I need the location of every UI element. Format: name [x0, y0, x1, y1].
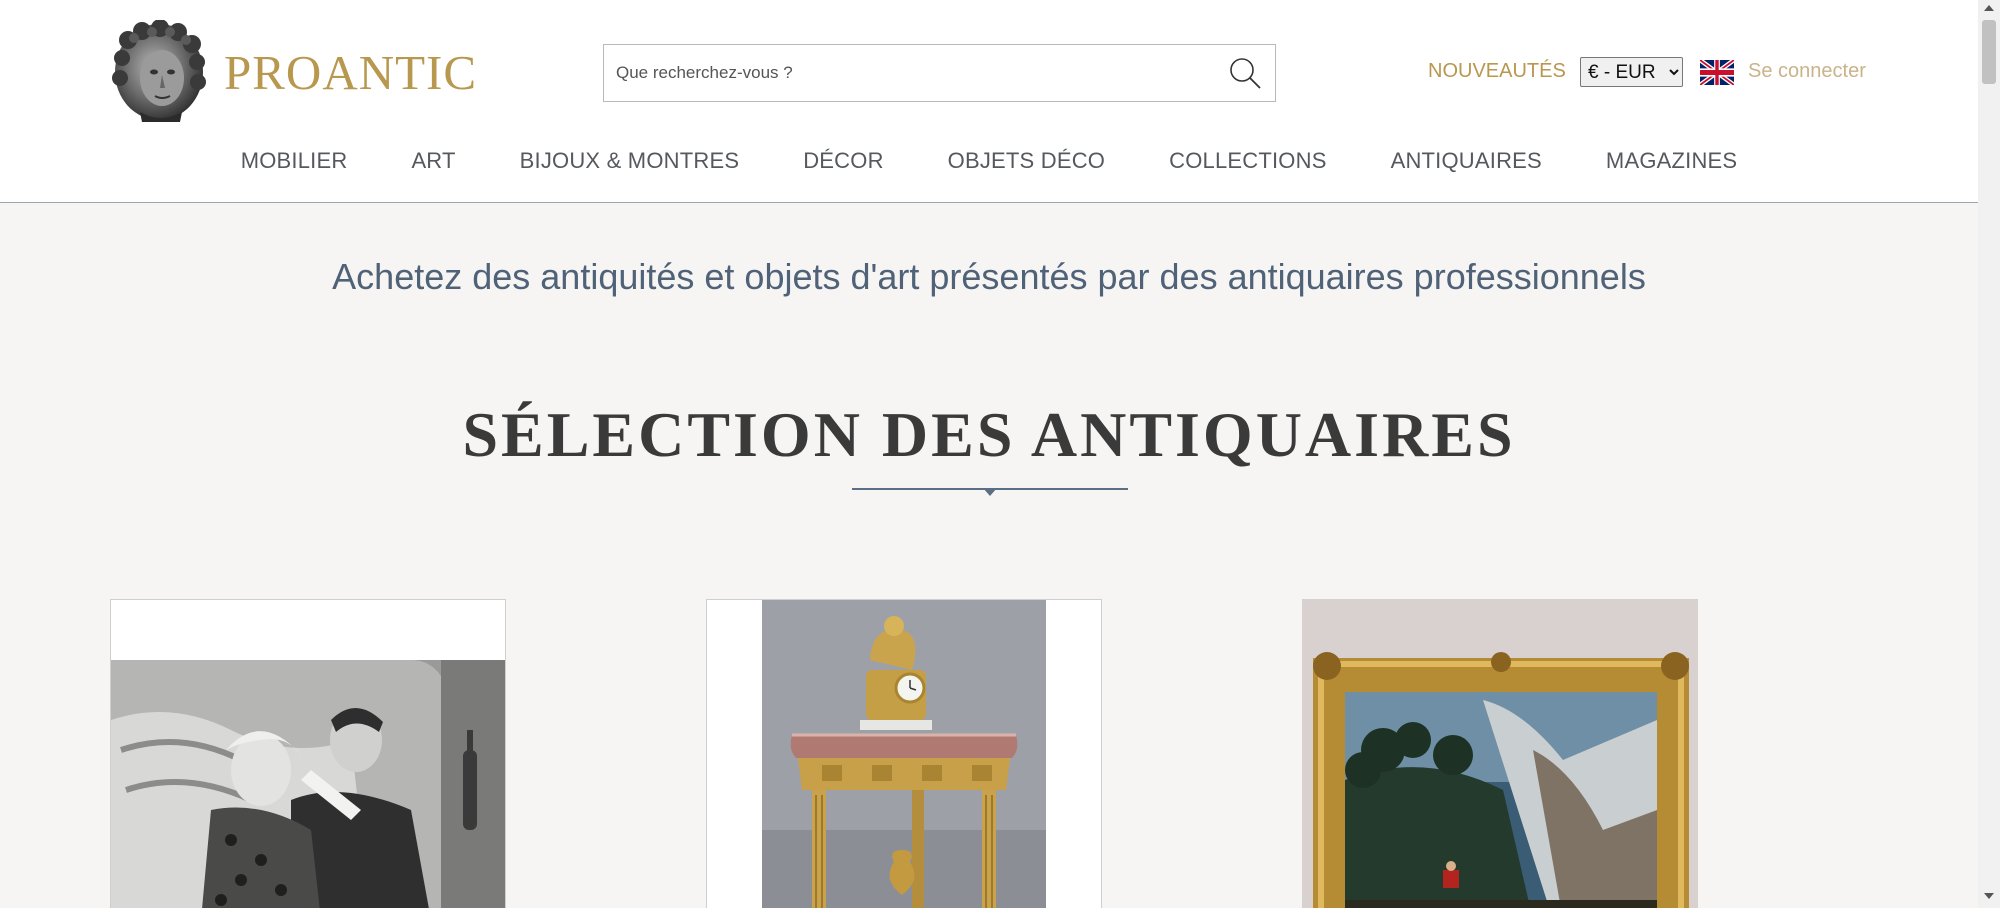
product-card[interactable] — [110, 599, 506, 908]
nav-item-antiquaires[interactable]: ANTIQUAIRES — [1391, 148, 1542, 174]
nav-item-collections[interactable]: COLLECTIONS — [1169, 148, 1326, 174]
main-nav: MOBILIER ART BIJOUX & MONTRES DÉCOR OBJE… — [0, 148, 1978, 174]
nav-item-bijoux-montres[interactable]: BIJOUX & MONTRES — [520, 148, 740, 174]
logo-head-icon — [112, 20, 206, 122]
search-bar — [603, 44, 1276, 102]
scroll-thumb[interactable] — [1982, 20, 1996, 84]
product-image-console-clock — [762, 600, 1046, 908]
search-button[interactable] — [1215, 45, 1275, 101]
scroll-up-icon[interactable] — [1984, 5, 1994, 11]
product-image-landscape-painting — [1303, 600, 1697, 908]
page: PROANTIC NOUVEAUTÉS € - EUR Se connecter — [0, 0, 2000, 908]
new-arrivals-link[interactable]: NOUVEAUTÉS — [1428, 60, 1566, 83]
nav-item-objets-deco[interactable]: OBJETS DÉCO — [948, 148, 1105, 174]
search-icon — [1230, 58, 1261, 89]
brand-name: PROANTIC — [224, 44, 478, 100]
product-image-photograph — [111, 660, 505, 908]
product-card[interactable] — [1302, 599, 1698, 908]
site-header: PROANTIC NOUVEAUTÉS € - EUR Se connecter — [0, 0, 1978, 203]
nav-item-decor[interactable]: DÉCOR — [803, 148, 883, 174]
tagline: Achetez des antiquités et objets d'art p… — [332, 256, 1646, 297]
search-input[interactable] — [604, 45, 1215, 101]
page-scrollbar[interactable] — [1978, 0, 2000, 908]
login-link[interactable]: Se connecter — [1748, 60, 1866, 83]
site-logo[interactable]: PROANTIC — [110, 20, 477, 124]
title-divider-ornament — [983, 488, 997, 496]
nav-item-art[interactable]: ART — [411, 148, 455, 174]
uk-flag-icon[interactable] — [1700, 60, 1734, 85]
product-card[interactable] — [706, 599, 1102, 908]
nav-item-mobilier[interactable]: MOBILIER — [241, 148, 348, 174]
section-title: SÉLECTION DES ANTIQUAIRES — [462, 399, 1516, 470]
scroll-down-icon[interactable] — [1984, 893, 1994, 899]
nav-item-magazines[interactable]: MAGAZINES — [1606, 148, 1737, 174]
currency-select[interactable]: € - EUR — [1580, 57, 1683, 87]
selection-grid — [0, 599, 1978, 908]
